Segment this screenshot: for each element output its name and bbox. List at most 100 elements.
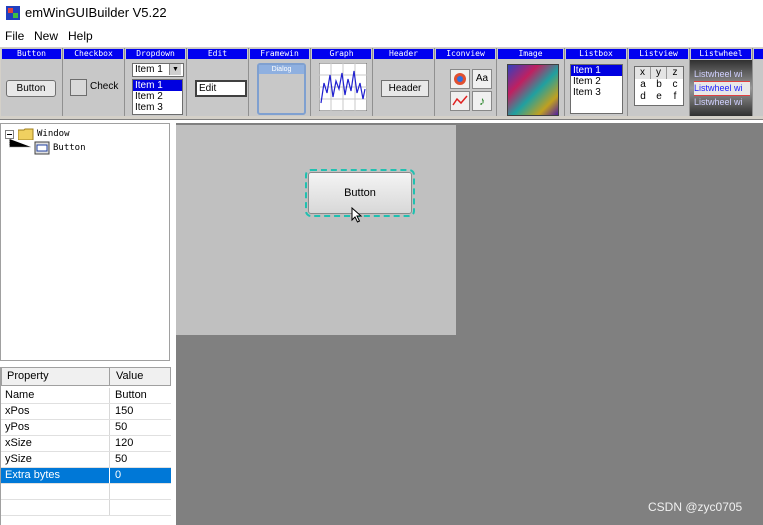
design-window[interactable]: Button	[176, 125, 456, 335]
property-name: Extra bytes	[5, 469, 61, 481]
tool-title-edit: Edit	[188, 49, 247, 59]
tool-button[interactable]: Button Button	[1, 48, 63, 116]
property-value[interactable]: 150	[115, 405, 133, 417]
tool-listbox[interactable]: Listbox Item 1 Item 2 Item 3	[565, 48, 628, 116]
listwheel-item: Listwheel wi	[694, 69, 743, 79]
tool-header[interactable]: Header Header	[373, 48, 435, 116]
tool-listview[interactable]: Listview x y z a b c d e f	[628, 48, 690, 116]
tool-edit[interactable]: Edit Edit	[187, 48, 249, 116]
sample-button: Button	[6, 80, 56, 97]
tool-framewin[interactable]: Framewin Dialog	[249, 48, 311, 116]
listbox-item: Item 2	[573, 76, 601, 87]
music-icon: ♪	[472, 91, 492, 111]
tree-item-button[interactable]: Button	[53, 143, 86, 153]
property-row-empty	[1, 500, 171, 516]
property-value[interactable]: 120	[115, 437, 133, 449]
tree-item-window[interactable]: Window	[37, 129, 70, 139]
collapse-icon[interactable]	[5, 130, 14, 139]
property-row-empty	[1, 484, 171, 500]
tool-title-listwheel: Listwheel	[691, 49, 751, 59]
sample-listwheel: Listwheel wi Listwheel wi Listwheel wi	[694, 68, 750, 109]
menu-bar: File New Help	[0, 26, 763, 46]
tool-title-checkbox: Checkbox	[64, 49, 123, 59]
property-value[interactable]: Button	[115, 389, 147, 401]
listview-cell: f	[673, 91, 677, 102]
listbox-item: Item 1	[571, 65, 622, 76]
tool-title-dropdown: Dropdown	[126, 49, 185, 59]
menu-file[interactable]: File	[5, 29, 24, 43]
property-name: ySize	[5, 453, 32, 465]
dropdown-item: Item 3	[135, 102, 163, 113]
listwheel-item: Listwheel wi	[694, 97, 743, 107]
tool-checkbox[interactable]: Checkbox Check	[63, 48, 125, 116]
tool-title-listview: Listview	[629, 49, 688, 59]
listview-cell: a	[640, 79, 646, 90]
dropdown-list: Item 1 Item 2 Item 3	[132, 79, 183, 115]
property-grid-header: Property Value	[1, 367, 171, 386]
widget-toolbar: Button Button Checkbox Check Dropdown It…	[0, 46, 763, 120]
sample-checkbox-label: Check	[90, 81, 119, 92]
mouse-cursor-icon	[351, 207, 363, 223]
tool-title-header: Header	[374, 49, 433, 59]
tool-title-listbox: Listbox	[566, 49, 626, 59]
sample-framewin: Dialog	[257, 63, 306, 115]
tool-title-button: Button	[2, 49, 61, 59]
menu-new[interactable]: New	[34, 29, 58, 43]
property-value[interactable]: 0	[115, 469, 121, 481]
listview-cell: z	[667, 67, 683, 79]
image-preview-icon	[507, 64, 559, 116]
tool-title-graph: Graph	[312, 49, 371, 59]
sample-edit-field: Edit	[195, 80, 247, 97]
tool-title-iconview: Iconview	[436, 49, 495, 59]
property-name: Name	[5, 389, 35, 401]
listview-cell: y	[651, 67, 667, 79]
tool-listwheel[interactable]: Listwheel Listwheel wi Listwheel wi List…	[690, 48, 753, 116]
listbox-item: Item 3	[573, 87, 601, 98]
sample-listview: x y z a b c d e f	[634, 66, 684, 106]
design-canvas[interactable]: Button	[176, 123, 763, 525]
property-row[interactable]: xPos 150	[1, 404, 171, 420]
tool-graph[interactable]: Graph	[311, 48, 373, 116]
tool-title-more	[754, 49, 763, 59]
sample-graph	[319, 63, 367, 111]
listview-cell: c	[672, 79, 678, 90]
tool-title-image: Image	[498, 49, 563, 59]
property-value[interactable]: 50	[115, 421, 127, 433]
checkbox-square	[70, 79, 87, 96]
sample-listbox: Item 1 Item 2 Item 3	[570, 64, 623, 114]
sample-header: Header	[381, 80, 429, 97]
listview-cell: x	[635, 67, 651, 79]
property-row-selected[interactable]: Extra bytes 0	[1, 468, 171, 484]
app-icon	[6, 6, 20, 20]
menu-help[interactable]: Help	[68, 29, 93, 43]
property-row[interactable]: ySize 50	[1, 452, 171, 468]
tool-title-framewin: Framewin	[250, 49, 309, 59]
button-widget-icon	[34, 141, 50, 155]
tool-dropdown[interactable]: Dropdown Item 1 ▼ Item 1 Item 2 Item 3	[125, 48, 187, 116]
watermark: CSDN @zyc0705	[648, 500, 743, 514]
tool-iconview[interactable]: Iconview Aa ♪	[435, 48, 497, 116]
font-icon: Aa	[472, 69, 492, 89]
tool-image[interactable]: Image	[497, 48, 565, 116]
dropdown-selected: Item 1	[135, 64, 163, 75]
window-title: emWinGUIBuilder V5.22	[25, 5, 167, 20]
folder-icon	[18, 128, 34, 140]
title-bar: emWinGUIBuilder V5.22	[0, 0, 763, 26]
listview-cell: d	[640, 91, 646, 102]
chevron-down-icon: ▼	[169, 64, 181, 75]
column-header-property[interactable]: Property	[7, 370, 49, 382]
listview-cell: b	[656, 79, 662, 90]
listview-cell: e	[656, 91, 662, 102]
property-grid: Property Value Name Button xPos 150 yPos…	[0, 367, 171, 525]
property-row[interactable]: yPos 50	[1, 420, 171, 436]
chart-icon	[450, 91, 470, 111]
column-header-value[interactable]: Value	[116, 370, 143, 382]
property-name: yPos	[5, 421, 30, 433]
property-value[interactable]: 50	[115, 453, 127, 465]
widget-tree: Window Button	[0, 123, 170, 361]
tool-more[interactable]	[753, 48, 763, 116]
property-row[interactable]: Name Button	[1, 388, 171, 404]
property-row[interactable]: xSize 120	[1, 436, 171, 452]
framewin-caption: Dialog	[259, 65, 304, 74]
dropdown-item: Item 2	[135, 91, 163, 102]
